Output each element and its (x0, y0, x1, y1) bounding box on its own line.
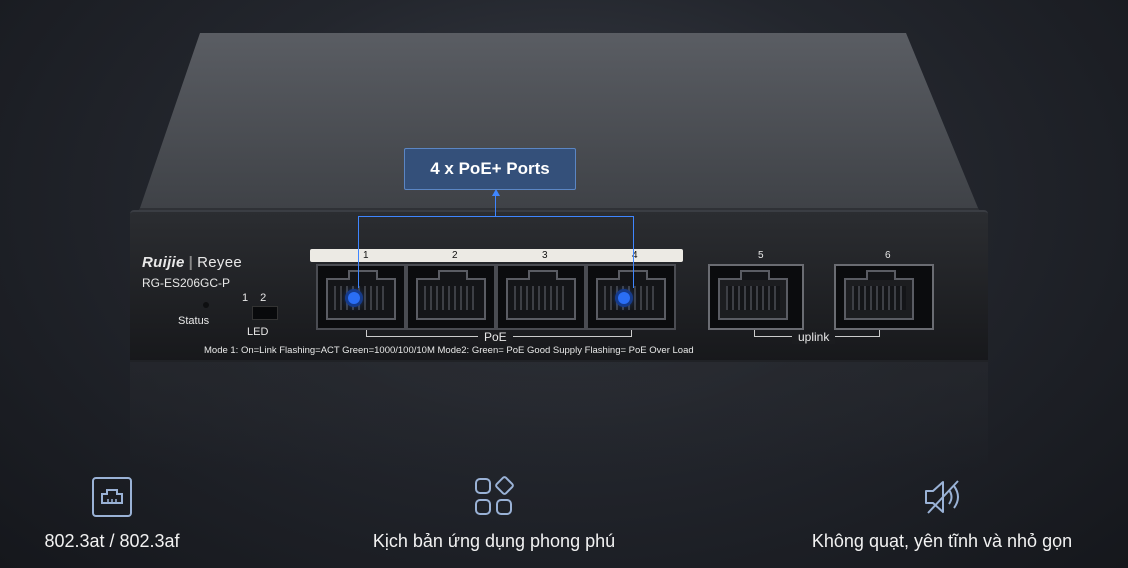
uplink-port-5 (708, 264, 804, 330)
callout-line (358, 216, 634, 217)
ethernet-port-1 (316, 264, 406, 330)
fan-off-icon (925, 480, 959, 514)
poe-ports-callout: 4 x PoE+ Ports (404, 148, 576, 190)
feature-label: Không quạt, yên tĩnh và nhỏ gọn (811, 531, 1073, 551)
port-number-1: 1 (363, 250, 369, 261)
uplink-port-6 (834, 264, 934, 330)
status-label: Status (178, 315, 210, 327)
feature-label: Kịch bản ứng dụng phong phú (372, 531, 616, 551)
feature-label: 802.3at / 802.3af (44, 531, 180, 551)
highlight-dot (618, 292, 630, 304)
product-stage: Ruijie | Reyee RG-ES206GC-P Status 12 LED … (0, 0, 1128, 568)
floor-reflection (130, 360, 988, 470)
status-led (203, 302, 209, 308)
ethernet-port-4 (586, 264, 676, 330)
highlight-dot (348, 292, 360, 304)
led-mode-legend: Mode 1: On=Link Flashing=ACT Green=1000/… (204, 345, 694, 356)
callout-arrow (492, 189, 500, 196)
poe-group-label: PoE (478, 330, 513, 344)
port-number-3: 3 (542, 250, 548, 261)
led-mode-switch[interactable] (252, 306, 278, 320)
ethernet-port-icon (92, 477, 132, 517)
port-number-6: 6 (885, 250, 891, 261)
led-mode-numbers: 12 (242, 292, 279, 304)
model-label: RG-ES206GC-P (142, 276, 231, 290)
callout-line (633, 216, 634, 288)
led-label: LED (247, 326, 269, 338)
ethernet-port-3 (496, 264, 586, 330)
callout-line (495, 194, 496, 216)
switch-front-panel: Ruijie | Reyee RG-ES206GC-P Status 12 LED … (130, 210, 988, 362)
uplink-group-label: uplink (792, 330, 836, 344)
feature-poe-standard: 802.3at / 802.3af (22, 475, 202, 552)
feature-applications: Kịch bản ứng dụng phong phú (344, 475, 644, 552)
port-number-2: 2 (452, 250, 458, 261)
brand-logo: Ruijie | Reyee (142, 254, 242, 271)
ethernet-port-2 (406, 264, 496, 330)
apps-grid-icon (475, 476, 514, 515)
port-number-5: 5 (758, 250, 764, 261)
callout-line (358, 216, 359, 288)
feature-fanless: Không quạt, yên tĩnh và nhỏ gọn (792, 475, 1092, 552)
